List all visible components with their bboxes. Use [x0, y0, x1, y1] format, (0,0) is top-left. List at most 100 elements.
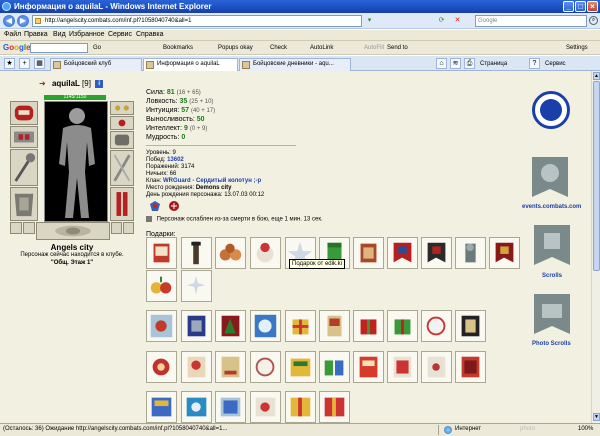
gift-item[interactable] [319, 391, 350, 423]
tab-diaries[interactable]: Бойцовские дневники - aqu... [239, 58, 351, 71]
combats-emblem-logo[interactable] [532, 91, 570, 129]
scrolls-link[interactable]: Scrolls [542, 273, 562, 279]
menu-help[interactable]: Справка [136, 31, 163, 38]
search-input[interactable]: Google [475, 15, 587, 27]
page-menu[interactable]: Страница [480, 59, 507, 69]
gift-item[interactable] [319, 310, 350, 342]
bookmarks-button[interactable]: Bookmarks [163, 43, 193, 53]
bracers-slot[interactable] [10, 126, 38, 148]
favorites-star-icon[interactable]: ★ [4, 58, 15, 69]
gift-item[interactable] [421, 237, 452, 269]
emblem-slot[interactable] [36, 222, 110, 240]
gift-item[interactable] [387, 237, 418, 269]
google-search-input[interactable] [30, 43, 88, 53]
gift-item[interactable] [455, 237, 486, 269]
gift-item[interactable] [353, 237, 384, 269]
belt-slot[interactable] [10, 222, 22, 234]
gift-item[interactable] [455, 351, 486, 383]
help-icon[interactable]: ? [529, 58, 540, 69]
boots-slot[interactable] [110, 187, 134, 221]
scrollbar-thumb[interactable] [593, 81, 600, 271]
ring-slot-3[interactable] [123, 222, 134, 234]
url-input[interactable]: http://angelscity.combats.com/inf.pl?105… [32, 15, 362, 27]
gift-item[interactable] [489, 237, 520, 269]
check-button[interactable]: Check [270, 43, 287, 53]
tab-fight-club[interactable]: Бойцовский клуб [50, 58, 142, 71]
ring-slot-1[interactable] [23, 222, 35, 234]
gift-item[interactable] [421, 310, 452, 342]
gift-item[interactable] [250, 237, 281, 269]
amulet-slot[interactable] [110, 116, 134, 130]
menu-favorites[interactable]: Избранное [69, 31, 104, 38]
gift-item[interactable] [387, 310, 418, 342]
tools-menu[interactable]: Сервис [545, 59, 566, 69]
feeds-icon[interactable]: ≋ [450, 58, 461, 69]
print-icon[interactable]: ⎙ [464, 58, 475, 69]
home-icon[interactable]: ⌂ [436, 58, 447, 69]
gift-item[interactable] [215, 391, 246, 423]
tab-list-icon[interactable]: ▦ [34, 58, 45, 69]
character-name[interactable]: aquilaL [52, 79, 80, 88]
clan-link[interactable]: WRGuard - Сердитый колотун ;-p [163, 178, 261, 184]
gift-item[interactable] [146, 237, 177, 269]
gift-item[interactable] [250, 351, 281, 383]
back-button[interactable]: ◀ [3, 15, 15, 27]
gift-item[interactable] [181, 270, 212, 302]
info-badge-icon[interactable]: i [95, 79, 104, 88]
trauma-icon[interactable] [168, 200, 180, 212]
gift-item[interactable] [421, 351, 452, 383]
gift-item[interactable] [250, 391, 281, 423]
events-banner[interactable] [528, 155, 572, 201]
autolink-button[interactable]: AutoLink [310, 43, 333, 53]
gift-item[interactable] [455, 310, 486, 342]
gift-item[interactable] [146, 270, 177, 302]
gift-item[interactable] [146, 351, 177, 383]
tab-info[interactable]: Информация о aquilaL [143, 58, 238, 71]
search-icon[interactable]: ⌕ [589, 16, 598, 25]
close-button[interactable]: × [587, 1, 598, 12]
gift-item[interactable] [353, 310, 384, 342]
menu-edit[interactable]: Правка [24, 31, 48, 38]
gift-item[interactable] [181, 391, 212, 423]
dropdown-arrow-icon[interactable]: ▾ [364, 15, 375, 27]
gift-item[interactable] [181, 310, 212, 342]
scroll-down-icon[interactable]: ▼ [593, 413, 600, 421]
gift-item[interactable] [146, 391, 177, 423]
photo-scrolls-link[interactable]: Photo Scrolls [532, 341, 571, 347]
gift-item[interactable] [146, 310, 177, 342]
wins-link[interactable]: 13602 [167, 157, 184, 163]
settings-button[interactable]: Settings [566, 43, 588, 53]
gift-item[interactable] [387, 351, 418, 383]
gift-item[interactable] [285, 391, 316, 423]
zoom-level[interactable]: 100% [578, 426, 593, 432]
gift-item[interactable] [215, 351, 246, 383]
gift-item[interactable] [319, 351, 350, 383]
gift-item[interactable] [353, 351, 384, 383]
popups-button[interactable]: Popups okay [218, 43, 253, 53]
menu-view[interactable]: Вид [53, 31, 66, 38]
add-favorites-icon[interactable]: + [19, 58, 30, 69]
stop-icon[interactable]: ✕ [452, 15, 463, 27]
armor-slot[interactable] [10, 187, 38, 221]
gift-item[interactable] [250, 310, 281, 342]
clan-emblem-icon[interactable] [149, 200, 161, 212]
gift-item[interactable] [285, 351, 316, 383]
gift-item[interactable] [181, 351, 212, 383]
scroll-up-icon[interactable]: ▲ [593, 72, 600, 80]
gift-item[interactable] [181, 237, 212, 269]
weapon-slot[interactable] [10, 149, 38, 186]
menu-tools[interactable]: Сервис [108, 31, 132, 38]
photo-scrolls-banner[interactable] [530, 292, 574, 338]
send-to-button[interactable]: Send to [387, 43, 408, 53]
gift-item[interactable] [285, 310, 316, 342]
gift-item[interactable] [215, 310, 246, 342]
go-button[interactable]: Go [93, 43, 101, 53]
gloves-slot[interactable] [110, 131, 134, 149]
shield-slot[interactable] [110, 150, 134, 186]
scrolls-banner[interactable] [530, 223, 574, 269]
helmet-slot[interactable] [10, 101, 38, 125]
refresh-icon[interactable]: ⟳ [436, 15, 447, 27]
events-link[interactable]: events.combats.com [522, 204, 581, 210]
gift-item[interactable] [215, 237, 246, 269]
earrings-slot[interactable] [110, 101, 134, 115]
